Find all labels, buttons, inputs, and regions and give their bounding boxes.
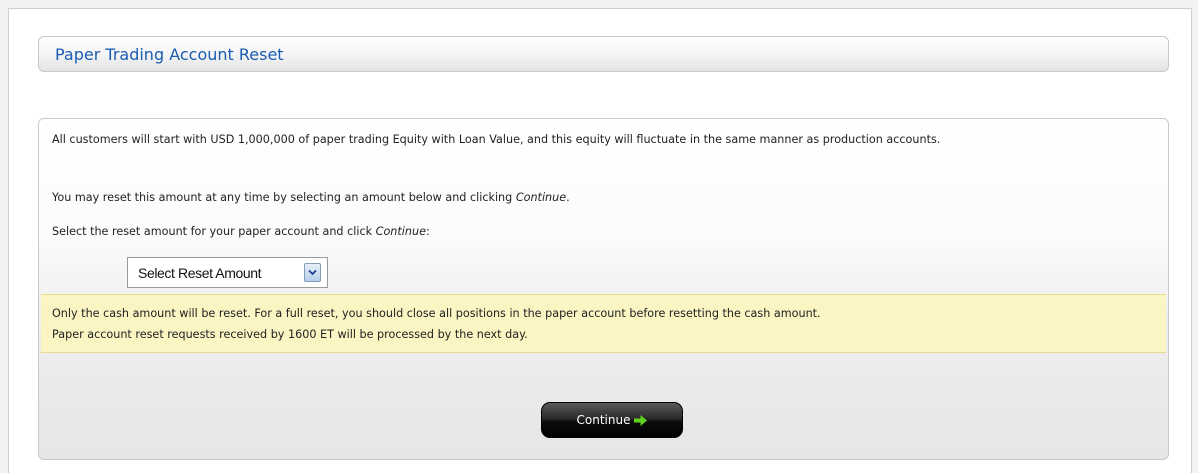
reset-instructions-end: .: [566, 191, 570, 204]
reset-amount-selected-value: Select Reset Amount: [138, 264, 262, 281]
chevron-down-icon: [308, 269, 317, 276]
continue-emphasis: Continue: [515, 191, 567, 204]
page-title: Paper Trading Account Reset: [55, 45, 284, 64]
arrow-right-icon: [634, 414, 648, 426]
reset-amount-select[interactable]: Select Reset Amount: [127, 257, 328, 288]
reset-instructions-text: You may reset this amount at any time by…: [52, 191, 516, 204]
reset-panel: All customers will start with USD 1,000,…: [38, 118, 1169, 460]
continue-emphasis: Continue: [375, 225, 426, 238]
intro-paragraph: All customers will start with USD 1,000,…: [52, 133, 941, 146]
continue-button-label: Continue: [576, 413, 631, 427]
dropdown-button[interactable]: [304, 263, 321, 282]
reset-notice: Only the cash amount will be reset. For …: [41, 294, 1166, 353]
continue-button[interactable]: Continue: [541, 402, 683, 438]
select-instructions-end: :: [425, 225, 430, 238]
page-frame: Paper Trading Account Reset All customer…: [8, 8, 1192, 473]
select-instructions-text: Select the reset amount for your paper a…: [52, 225, 376, 238]
select-instructions: Select the reset amount for your paper a…: [52, 222, 1147, 241]
notice-line-2: Paper account reset requests received by…: [52, 328, 528, 341]
reset-instructions: You may reset this amount at any time by…: [52, 188, 1147, 207]
title-bar: Paper Trading Account Reset: [38, 36, 1169, 72]
notice-line-1: Only the cash amount will be reset. For …: [52, 307, 821, 320]
